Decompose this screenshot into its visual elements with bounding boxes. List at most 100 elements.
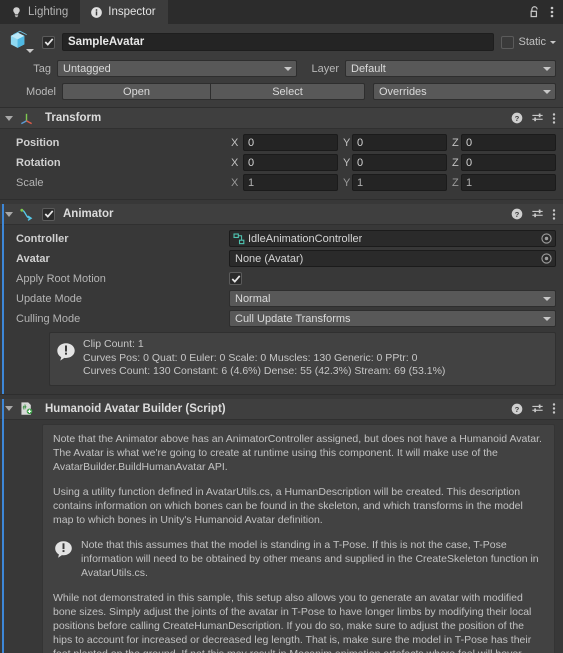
update-mode-dropdown[interactable]: Normal — [229, 290, 556, 307]
info-bubble-icon — [55, 341, 77, 366]
axis-z-label: Z — [452, 136, 459, 149]
kebab-menu-icon[interactable] — [550, 5, 554, 19]
culling-mode-dropdown[interactable]: Cull Update Transforms — [229, 310, 556, 327]
static-checkbox[interactable] — [501, 35, 515, 49]
chevron-down-icon — [543, 296, 551, 301]
gameobject-name-input[interactable]: SampleAvatar — [62, 33, 495, 51]
help-icon[interactable]: ? — [511, 112, 523, 124]
static-toggle-group: Static — [501, 35, 556, 49]
kebab-menu-icon[interactable] — [552, 208, 556, 221]
transform-position-row: Position X 0 Y 0 Z 0 — [7, 133, 556, 152]
position-z-input[interactable]: 0 — [461, 134, 556, 151]
avatar-value: None (Avatar) — [235, 252, 304, 265]
update-mode-value: Normal — [235, 292, 271, 305]
script-header[interactable]: # Humanoid Avatar Builder (Script) ? — [0, 398, 563, 420]
help-icon[interactable]: ? — [511, 403, 523, 415]
prefab-dropdown-caret-icon[interactable] — [26, 49, 34, 53]
tag-value: Untagged — [63, 62, 111, 75]
prefab-cube-icon[interactable] — [7, 29, 35, 55]
rotation-vector: X 0 Y 0 Z 0 — [229, 154, 556, 171]
model-open-button[interactable]: Open — [62, 83, 210, 100]
animator-header[interactable]: Animator ? — [0, 204, 563, 225]
rotation-y-input[interactable]: 0 — [352, 154, 447, 171]
tab-lighting[interactable]: Lighting — [0, 0, 80, 24]
animator-update-mode-row: Update Mode Normal — [7, 289, 556, 308]
static-dropdown-caret-icon[interactable] — [550, 40, 556, 44]
rotation-label: Rotation — [16, 156, 61, 169]
model-select-label: Select — [272, 85, 303, 98]
animator-enabled-checkbox[interactable] — [42, 207, 55, 221]
tag-dropdown[interactable]: Untagged — [57, 60, 297, 77]
transform-scale-row: Scale X 1 Y 1 Z 1 — [7, 173, 556, 192]
tab-inspector[interactable]: Inspector — [80, 0, 168, 24]
scale-z-input[interactable]: 1 — [461, 174, 556, 191]
model-open-label: Open — [123, 85, 150, 98]
position-y-input[interactable]: 0 — [352, 134, 447, 151]
preset-sliders-icon[interactable] — [531, 208, 544, 220]
overrides-dropdown[interactable]: Overrides — [373, 83, 556, 100]
script-help-box: Note that the Animator above has an Anim… — [42, 423, 555, 653]
info-bubble-icon — [53, 539, 74, 563]
gameobject-enabled-checkbox[interactable] — [42, 35, 55, 49]
help-icon[interactable]: ? — [511, 208, 523, 220]
script-title: Humanoid Avatar Builder (Script) — [45, 402, 226, 415]
csharp-script-icon: # — [21, 402, 33, 415]
axis-x-label: X — [231, 176, 239, 189]
svg-text:?: ? — [515, 210, 520, 219]
script-header-actions: ? — [511, 402, 556, 415]
preset-sliders-icon[interactable] — [531, 403, 544, 415]
axis-y-label: Y — [343, 156, 351, 169]
component-animator: Animator ? Controller IdleAnimationContr… — [0, 204, 563, 394]
model-select-button[interactable]: Select — [210, 83, 365, 100]
gameobject-name-row: SampleAvatar Static — [7, 29, 556, 55]
apply-root-motion-checkbox[interactable] — [229, 272, 242, 285]
avatar-object-field[interactable]: None (Avatar) — [229, 250, 556, 267]
avatar-label: Avatar — [16, 252, 50, 265]
controller-label: Controller — [16, 232, 69, 245]
culling-mode-label: Culling Mode — [16, 312, 81, 325]
component-humanoid-avatar-builder: # Humanoid Avatar Builder (Script) ? Not… — [0, 398, 563, 653]
foldout-arrow-icon[interactable] — [5, 115, 13, 121]
gameobject-name-value: SampleAvatar — [68, 36, 145, 48]
foldout-arrow-icon[interactable] — [5, 211, 13, 217]
position-vector: X 0 Y 0 Z 0 — [229, 134, 556, 151]
axis-y-label: Y — [343, 136, 351, 149]
scale-y-input[interactable]: 1 — [352, 174, 447, 191]
transform-title: Transform — [45, 112, 102, 124]
chevron-down-icon — [543, 316, 551, 321]
transform-header[interactable]: Transform ? — [0, 108, 563, 129]
object-picker-icon[interactable] — [540, 252, 553, 265]
axis-x-label: X — [231, 136, 239, 149]
model-label: Model — [26, 85, 56, 98]
svg-text:?: ? — [515, 404, 520, 413]
tab-label: Inspector — [108, 6, 156, 18]
layer-dropdown[interactable]: Default — [345, 60, 556, 77]
chevron-down-icon — [284, 66, 292, 71]
scale-vector: X 1 Y 1 Z 1 — [229, 174, 556, 191]
rotation-z-input[interactable]: 0 — [461, 154, 556, 171]
object-picker-icon[interactable] — [540, 232, 553, 245]
position-x-input[interactable]: 0 — [243, 134, 338, 151]
model-row: Model Open Select Overrides — [7, 82, 556, 101]
foldout-arrow-icon[interactable] — [5, 406, 13, 411]
axis-z-label: Z — [452, 176, 459, 189]
script-paragraph-1: Note that the Animator above has an Anim… — [53, 432, 542, 473]
animator-controller-row: Controller IdleAnimationController — [7, 229, 556, 248]
scale-x-input[interactable]: 1 — [243, 174, 338, 191]
kebab-menu-icon[interactable] — [552, 402, 556, 415]
controller-object-field[interactable]: IdleAnimationController — [229, 230, 556, 247]
info-line-curves: Curves Pos: 0 Quat: 0 Euler: 0 Scale: 0 … — [83, 351, 418, 364]
layer-label: Layer — [311, 62, 339, 75]
rotation-x-input[interactable]: 0 — [243, 154, 338, 171]
padlock-open-icon[interactable] — [528, 5, 541, 19]
kebab-menu-icon[interactable] — [552, 112, 556, 125]
animator-culling-mode-row: Culling Mode Cull Update Transforms — [7, 309, 556, 328]
script-paragraph-3: Note that this assumes that the model is… — [81, 538, 539, 579]
layer-value: Default — [351, 62, 386, 75]
controller-value: IdleAnimationController — [248, 232, 363, 245]
transform-header-actions: ? — [511, 112, 556, 125]
axis-y-label: Y — [343, 176, 351, 189]
preset-sliders-icon[interactable] — [531, 112, 544, 124]
info-line-clip-count: Clip Count: 1 — [83, 338, 144, 350]
animator-apply-root-motion-row: Apply Root Motion — [7, 269, 556, 288]
